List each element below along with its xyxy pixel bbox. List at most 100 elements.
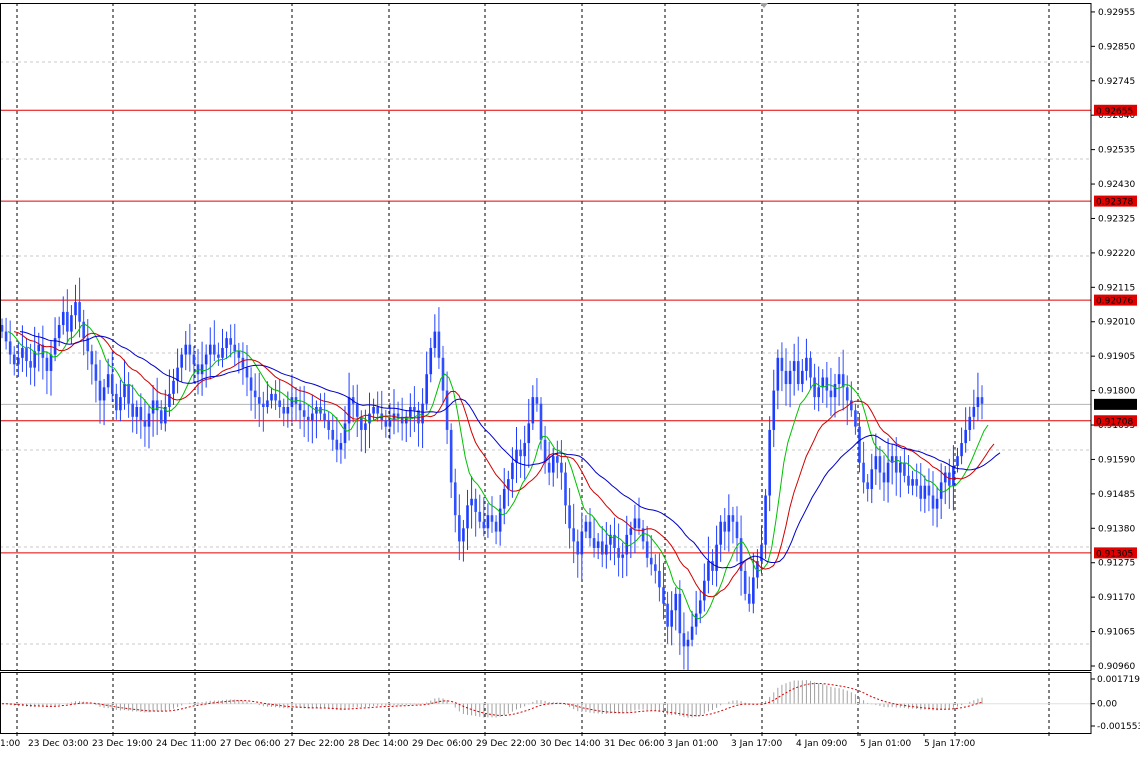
oscillator-tick-label: 0.00 bbox=[1097, 700, 1117, 710]
candle-body bbox=[0, 325, 4, 332]
candle-body bbox=[78, 302, 81, 322]
candle-body bbox=[682, 633, 686, 647]
price-tick-label: 0.91065 bbox=[1098, 628, 1135, 638]
candle-body bbox=[968, 416, 972, 430]
candle-body bbox=[674, 593, 678, 611]
candle-body bbox=[564, 472, 567, 506]
time-tick-label: 27 Dec 06:00 bbox=[220, 739, 281, 749]
time-tick-label: 29 Dec 22:00 bbox=[476, 739, 537, 749]
level-price-label: 0.92378 bbox=[1096, 198, 1133, 208]
candle-body bbox=[776, 357, 780, 391]
candle-body bbox=[306, 416, 310, 421]
candle-body bbox=[711, 561, 714, 571]
candle-body bbox=[323, 413, 326, 421]
candle-body bbox=[458, 515, 461, 542]
candle-body bbox=[343, 423, 347, 444]
time-tick-label: 1:00 bbox=[0, 739, 20, 749]
oscillator-panel-border bbox=[0, 672, 1092, 734]
time-tick-label: 23 Dec 03:00 bbox=[28, 739, 89, 749]
candle-body bbox=[204, 354, 208, 365]
candle-body bbox=[429, 347, 433, 375]
candle-body bbox=[262, 403, 265, 407]
candle-body bbox=[237, 351, 241, 358]
candle-body bbox=[274, 393, 277, 401]
candle-body bbox=[339, 443, 343, 450]
candle-body bbox=[568, 505, 571, 529]
price-chart[interactable]: 0.929550.928500.927450.926400.925350.924… bbox=[0, 0, 1140, 757]
time-tick-label: 29 Dec 06:00 bbox=[412, 739, 473, 749]
candle-body bbox=[335, 439, 339, 450]
candle-body bbox=[433, 331, 437, 348]
candle-body bbox=[596, 541, 600, 548]
candle-body bbox=[825, 377, 829, 391]
price-tick-label: 0.92010 bbox=[1098, 318, 1135, 328]
oscillator-tick-label: -0.001553 bbox=[1097, 722, 1140, 732]
candle-body bbox=[225, 338, 228, 348]
candle-body bbox=[576, 541, 580, 555]
main-panel-border bbox=[0, 3, 1092, 671]
candle-body bbox=[976, 397, 980, 407]
candle-body bbox=[874, 456, 878, 470]
candle-body bbox=[25, 347, 28, 362]
oscillator-panel bbox=[0, 680, 1091, 718]
candle-body bbox=[882, 472, 886, 483]
candle-body bbox=[694, 613, 698, 627]
candle-body bbox=[286, 406, 290, 414]
candle-body bbox=[915, 479, 918, 486]
candle-body bbox=[980, 397, 984, 404]
candle-body bbox=[119, 397, 122, 411]
horizontal-levels[interactable] bbox=[0, 109, 1091, 554]
candle-body bbox=[686, 639, 690, 647]
candle-body bbox=[482, 521, 486, 529]
candle-body bbox=[229, 338, 232, 345]
candle-body bbox=[115, 393, 118, 411]
candle-body bbox=[245, 367, 249, 378]
level-price-label: 0.91708 bbox=[1096, 417, 1133, 427]
price-tick-label: 0.92850 bbox=[1098, 42, 1135, 52]
price-tick-label: 0.91590 bbox=[1098, 455, 1135, 465]
candle-body bbox=[768, 429, 771, 496]
candle-body bbox=[560, 462, 563, 473]
candle-body bbox=[523, 443, 526, 457]
price-tick-label: 0.91485 bbox=[1098, 490, 1135, 500]
candle-body bbox=[474, 498, 477, 512]
candle-body bbox=[360, 416, 363, 430]
candle-body bbox=[413, 406, 416, 411]
candle-body bbox=[66, 311, 69, 332]
candle-body bbox=[466, 505, 469, 529]
candle-body bbox=[899, 462, 902, 473]
candle-body bbox=[788, 370, 792, 385]
moving-average-line bbox=[7, 324, 989, 620]
candle-body bbox=[894, 456, 898, 473]
candle-body bbox=[584, 521, 588, 532]
candle-body bbox=[580, 531, 584, 555]
candle-body bbox=[858, 426, 861, 463]
candle-body bbox=[605, 544, 608, 555]
candle-body bbox=[723, 521, 727, 532]
candle-body bbox=[388, 420, 392, 427]
candle-body bbox=[90, 351, 94, 365]
candle-body bbox=[257, 397, 261, 404]
candle-body bbox=[707, 561, 710, 581]
candle-body bbox=[151, 400, 155, 414]
candle-body bbox=[792, 361, 796, 371]
candle-body bbox=[172, 380, 175, 394]
shift-marker-icon bbox=[760, 3, 768, 8]
candle-body bbox=[70, 315, 73, 332]
candle-body bbox=[159, 410, 163, 424]
candle-body bbox=[253, 390, 257, 398]
candle-body bbox=[196, 364, 200, 375]
candle-body bbox=[556, 456, 559, 463]
candle-body bbox=[478, 511, 482, 522]
candle-body bbox=[960, 443, 963, 457]
candle-body bbox=[764, 495, 767, 545]
candle-body bbox=[409, 406, 412, 417]
candle-body bbox=[135, 406, 139, 417]
candle-body bbox=[809, 357, 812, 378]
candle-body bbox=[449, 429, 453, 483]
candle-body bbox=[494, 521, 498, 532]
candle-body bbox=[127, 384, 130, 404]
candle-body bbox=[588, 521, 592, 539]
candle-body bbox=[94, 364, 98, 381]
time-tick-label: 31 Dec 06:00 bbox=[604, 739, 665, 749]
